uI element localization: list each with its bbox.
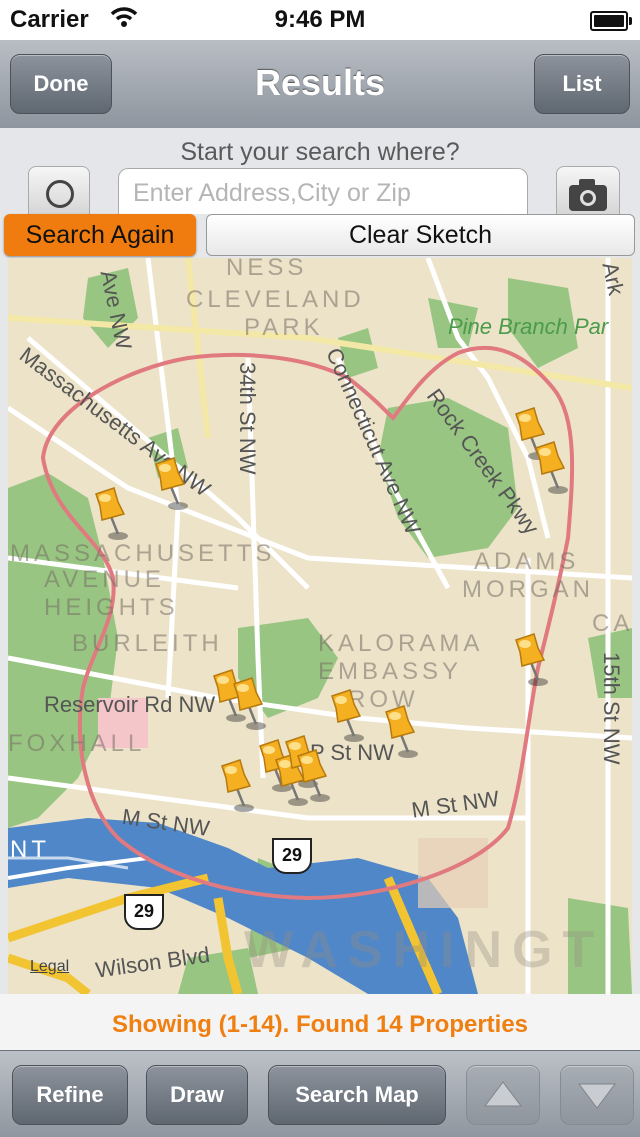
battery-icon [590,11,632,31]
district-label: WASHINGT [244,921,605,979]
pushpin-icon[interactable] [378,702,420,762]
pushpin-icon[interactable] [226,674,268,734]
route-29-shield: 29 [272,838,312,874]
arrow-up-icon [484,1081,522,1107]
district-label: AVENUE [44,566,165,593]
search-prompt: Start your search where? [180,138,460,166]
district-label: MORGAN [462,576,594,603]
search-area: Start your search where? Enter Address,C… [0,128,640,215]
street-label: 34th St NW [235,362,260,475]
pushpin-icon[interactable] [324,686,366,746]
district-label: NT [10,836,50,863]
district-label: BURLEITH [72,630,223,657]
street-label: 15th St NW [599,652,624,765]
search-again-button[interactable]: Search Again [4,214,196,256]
draw-button[interactable]: Draw [146,1065,248,1125]
district-label: KALORAMA [318,630,484,657]
district-label: CLEVELAND [186,286,365,313]
pushpin-icon[interactable] [88,484,130,544]
address-input[interactable]: Enter Address,City or Zip [118,168,528,214]
pushpin-icon[interactable] [528,438,570,498]
results-summary: Showing (1-14). Found 14 Properties [0,994,640,1050]
navigation-bar: Done Results List [0,40,640,129]
pushpin-icon[interactable] [214,756,256,816]
current-location-button[interactable] [28,166,90,215]
district-label: PARK [244,314,324,341]
pushpin-icon[interactable] [148,454,190,514]
route-29-shield: 29 [124,894,164,930]
district-label: EMBASSY [318,658,463,685]
camera-icon [569,179,607,211]
district-label: ADAMS [474,548,580,575]
crosshair-icon [46,180,74,208]
previous-button[interactable] [466,1065,540,1125]
district-label: MASSACHUSETTS [10,540,276,567]
bottom-toolbar: Refine Draw Search Map [0,1050,640,1137]
district-label: NESS [226,258,308,281]
search-map-button[interactable]: Search Map [268,1065,446,1125]
next-button[interactable] [560,1065,634,1125]
district-label: FOXHALL [8,730,146,757]
street-label: Reservoir Rd NW [44,692,216,717]
map-view[interactable]: NESS CLEVELAND PARK MASSACHUSETTS AVENUE… [8,258,632,994]
pushpin-icon[interactable] [508,630,550,690]
status-bar: Carrier 9:46 PM [0,0,640,40]
arrow-down-icon [578,1083,616,1109]
map-base [8,258,632,994]
refine-button[interactable]: Refine [12,1065,128,1125]
legal-link[interactable]: Legal [30,958,69,976]
camera-button[interactable] [556,166,620,215]
district-label: CA [592,610,632,637]
park-label: Pine Branch Par [448,314,609,339]
pushpin-icon[interactable] [290,746,332,806]
list-button[interactable]: List [534,54,630,114]
clear-sketch-button[interactable]: Clear Sketch [206,214,635,256]
clock: 9:46 PM [274,6,366,33]
district-label: HEIGHTS [44,594,179,621]
